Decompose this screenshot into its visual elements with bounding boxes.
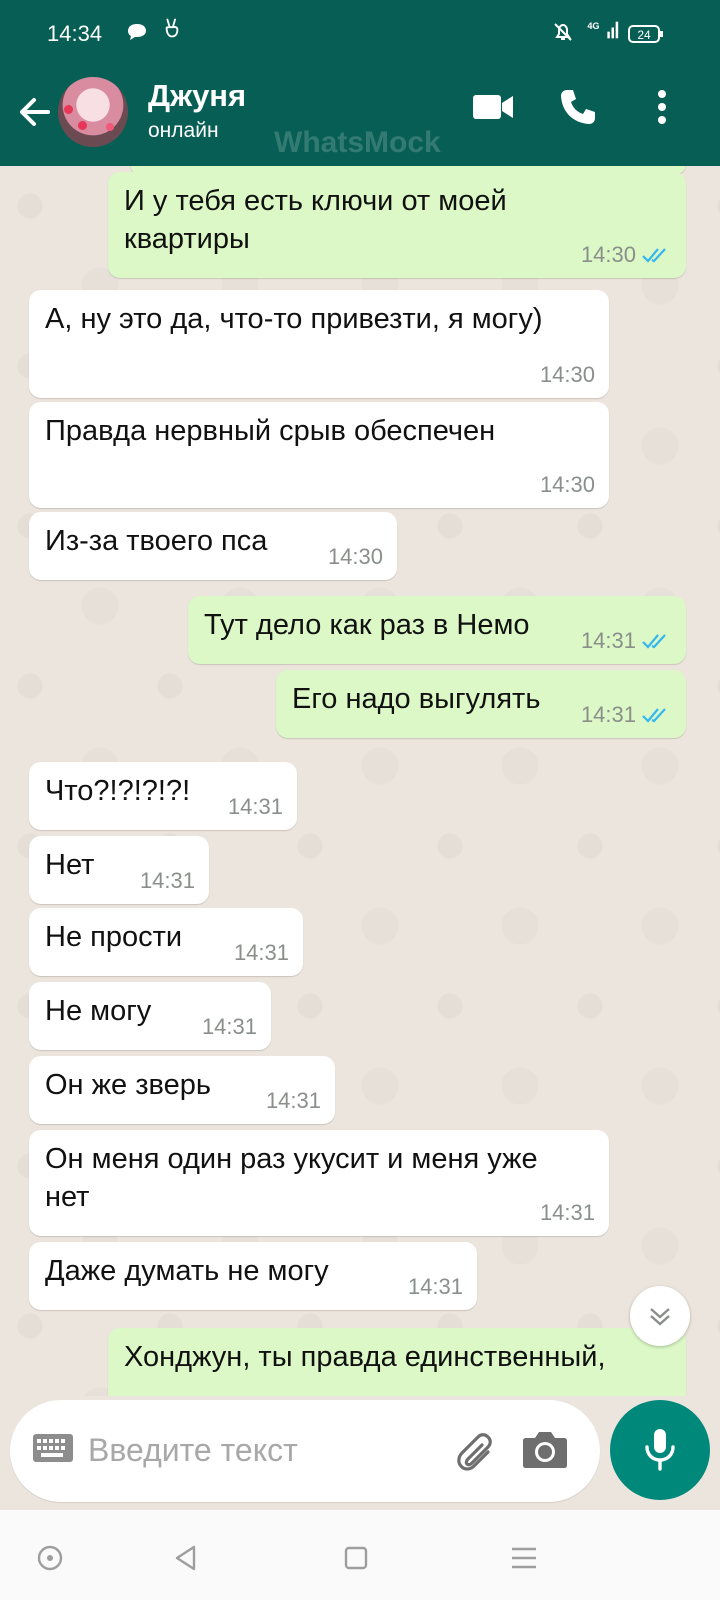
- message-time: 14:31: [580, 628, 636, 653]
- nav-back-icon: [175, 1545, 196, 1571]
- nav-recents-icon: [344, 1546, 368, 1570]
- watermark: WhatsMock: [274, 126, 441, 159]
- message-text: Он меня один раз укусит и меня уже нет: [45, 1143, 538, 1213]
- double-check-icon: [642, 708, 666, 723]
- battery-icon: 24: [628, 25, 663, 43]
- message-time: 14:30: [539, 472, 595, 497]
- heart-decoration: [78, 121, 87, 130]
- heart-decoration: [64, 105, 73, 114]
- message-meta: 14:31: [581, 702, 672, 728]
- message-time: 14:31: [580, 702, 636, 727]
- message-bubble-incoming[interactable]: А, ну это да, что-то привезти, я могу) 1…: [29, 290, 609, 398]
- message-bubble-incoming[interactable]: Не могу 14:31: [29, 982, 271, 1050]
- nav-home-icon: [37, 1545, 63, 1571]
- message-time: 14:31: [233, 940, 289, 965]
- message-bubble-incoming[interactable]: Что?!?!?!?! 14:31: [29, 762, 297, 830]
- message-meta: 14:31: [266, 1088, 321, 1114]
- message-meta: 14:30: [540, 362, 595, 388]
- message-time: 14:31: [265, 1088, 321, 1113]
- status-bar: 14:34 4G 24: [0, 0, 720, 56]
- message-bubble-incoming[interactable]: Правда нервный срыв обеспечен 14:30: [29, 402, 609, 508]
- message-text: Хонджун, ты правда единственный,: [124, 1341, 606, 1373]
- message-time: 14:31: [539, 1200, 595, 1225]
- heart-decoration: [106, 123, 114, 131]
- message-meta: 14:31: [408, 1274, 463, 1300]
- message-time: 14:31: [227, 794, 283, 819]
- more-options-button[interactable]: [637, 82, 687, 132]
- status-time: 14:34: [47, 21, 103, 46]
- double-check-icon: [642, 248, 666, 263]
- peace-hand-icon: [165, 18, 179, 38]
- message-list[interactable]: И у тебя есть ключи от моей квартиры 14:…: [0, 166, 720, 1396]
- message-bubble-outgoing[interactable]: И у тебя есть ключи от моей квартиры 14:…: [108, 172, 686, 278]
- battery-level: 24: [637, 28, 651, 42]
- mic-icon: [645, 1429, 675, 1471]
- message-meta: 14:30: [581, 242, 672, 268]
- nav-menu-button[interactable]: [504, 1538, 544, 1578]
- signal-icon: 4G: [587, 21, 619, 39]
- message-bubble-incoming[interactable]: Не прости 14:31: [29, 908, 303, 976]
- avatar[interactable]: [58, 77, 128, 147]
- system-nav-bar: [0, 1510, 720, 1600]
- message-time: 14:31: [201, 1014, 257, 1039]
- video-call-button[interactable]: [468, 82, 518, 132]
- message-time: 14:31: [139, 868, 195, 893]
- message-bubble-outgoing[interactable]: Его надо выгулять 14:31: [276, 670, 686, 738]
- message-meta: 14:31: [581, 628, 672, 654]
- double-check-icon: [642, 634, 666, 649]
- message-bubble-incoming[interactable]: Нет 14:31: [29, 836, 209, 904]
- mute-bell-icon: [554, 23, 572, 41]
- back-arrow-icon: [20, 98, 50, 126]
- message-text: Даже думать не могу: [45, 1255, 329, 1287]
- message-time: 14:30: [539, 362, 595, 387]
- camera-icon[interactable]: [522, 1428, 568, 1470]
- message-time: 14:30: [580, 242, 636, 267]
- message-icon: [128, 24, 146, 40]
- message-meta: 14:30: [540, 472, 595, 498]
- message-meta: 14:31: [140, 868, 195, 894]
- contact-name[interactable]: Джуня: [148, 78, 246, 114]
- message-bubble-incoming[interactable]: Даже думать не могу 14:31: [29, 1242, 477, 1310]
- presence-status: онлайн: [148, 119, 219, 142]
- keyboard-icon[interactable]: [32, 1432, 74, 1464]
- message-meta: 14:31: [202, 1014, 257, 1040]
- network-label: 4G: [587, 21, 599, 31]
- message-bubble-incoming[interactable]: Он меня один раз укусит и меня уже нет 1…: [29, 1130, 609, 1236]
- voice-message-button[interactable]: [610, 1400, 710, 1500]
- nav-recents-button[interactable]: [336, 1538, 376, 1578]
- back-button[interactable]: [14, 90, 58, 134]
- nav-home-button[interactable]: [30, 1538, 70, 1578]
- message-bubble-incoming[interactable]: Он же зверь 14:31: [29, 1056, 335, 1124]
- message-time: 14:30: [327, 544, 383, 569]
- message-text: А, ну это да, что-то привезти, я могу): [45, 303, 543, 335]
- paperclip-icon[interactable]: [448, 1426, 498, 1476]
- voice-call-button[interactable]: [553, 82, 603, 132]
- more-vert-icon: [658, 90, 666, 124]
- nav-back-button[interactable]: [166, 1538, 206, 1578]
- message-bubble-incoming[interactable]: Из-за твоего пса 14:30: [29, 512, 397, 580]
- message-meta: 14:31: [228, 794, 283, 820]
- chevron-down-icon: [650, 1308, 670, 1326]
- scroll-to-bottom-button[interactable]: [630, 1286, 690, 1346]
- chat-header: Джуня онлайн WhatsMock: [0, 56, 720, 166]
- nav-menu-icon: [512, 1547, 536, 1569]
- message-text: Правда нервный срыв обеспечен: [45, 415, 496, 447]
- phone-icon: [561, 90, 595, 124]
- message-input[interactable]: Введите текст: [88, 1432, 298, 1469]
- message-bubble-outgoing[interactable]: Тут дело как раз в Немо 14:31: [188, 596, 686, 664]
- message-time: 14:31: [407, 1274, 463, 1299]
- message-composer[interactable]: Введите текст: [10, 1400, 600, 1502]
- message-bubble-outgoing[interactable]: Хонджун, ты правда единственный,: [108, 1328, 686, 1396]
- message-meta: 14:31: [540, 1200, 595, 1226]
- video-call-icon: [473, 95, 513, 119]
- message-meta: 14:30: [328, 544, 383, 570]
- message-meta: 14:31: [234, 940, 289, 966]
